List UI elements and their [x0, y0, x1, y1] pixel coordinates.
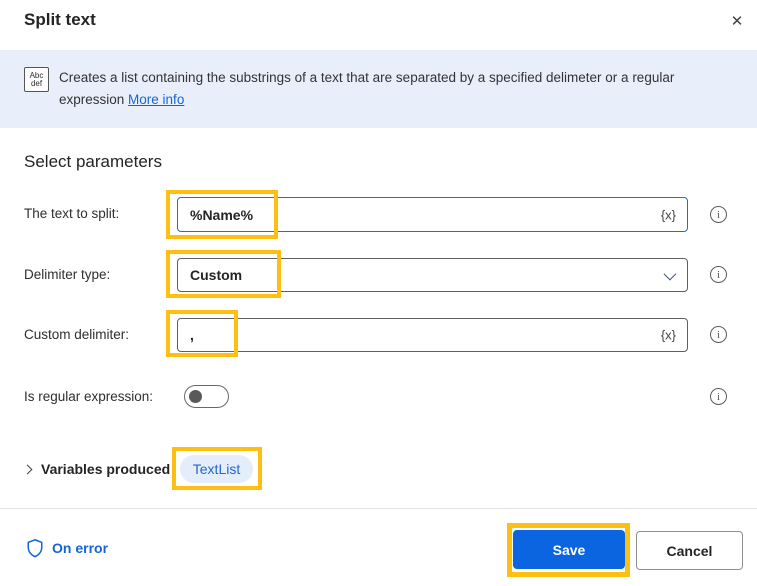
on-error-button[interactable]: On error: [26, 538, 108, 558]
fx-expression-button[interactable]: {x}: [658, 326, 679, 345]
is-regex-label: Is regular expression:: [24, 389, 154, 404]
variables-produced-label: Variables produced: [41, 461, 171, 477]
description-banner: Abc def Creates a list containing the su…: [0, 50, 757, 128]
is-regex-toggle[interactable]: [184, 385, 229, 408]
split-text-action-icon: Abc def: [24, 67, 49, 92]
delimiter-type-info-icon[interactable]: i: [710, 266, 727, 283]
action-icon-line2: def: [30, 78, 43, 88]
custom-delimiter-label: Custom delimiter:: [24, 327, 130, 342]
text-to-split-label: The text to split:: [24, 206, 120, 221]
text-to-split-info-icon[interactable]: i: [710, 206, 727, 223]
toggle-knob-icon: [189, 390, 202, 403]
action-description: Creates a list containing the substrings…: [59, 67, 733, 111]
save-button[interactable]: Save: [513, 530, 625, 569]
custom-delimiter-input[interactable]: [178, 319, 618, 351]
chevron-down-icon: [663, 267, 677, 281]
shield-icon: [27, 538, 43, 558]
is-regex-info-icon[interactable]: i: [710, 388, 727, 405]
chevron-right-icon: [22, 464, 33, 474]
text-to-split-field[interactable]: {x}: [177, 197, 688, 232]
custom-delimiter-field[interactable]: {x}: [177, 318, 688, 352]
textlist-variable-pill[interactable]: TextList: [180, 455, 253, 483]
custom-delimiter-info-icon[interactable]: i: [710, 326, 727, 343]
cancel-button[interactable]: Cancel: [636, 531, 743, 570]
select-parameters-heading: Select parameters: [24, 152, 162, 171]
split-text-dialog: Split text ✕ Abc def Creates a list cont…: [0, 0, 757, 586]
delimiter-type-dropdown[interactable]: Custom: [177, 258, 688, 292]
text-to-split-input[interactable]: [178, 198, 618, 231]
delimiter-type-label: Delimiter type:: [24, 267, 111, 282]
more-info-link[interactable]: More info: [128, 92, 184, 107]
close-icon[interactable]: ✕: [724, 8, 750, 34]
delimiter-type-value: Custom: [190, 267, 243, 283]
variables-produced-expander[interactable]: Variables produced: [22, 461, 171, 477]
footer-divider: [0, 508, 757, 509]
dialog-title: Split text: [24, 10, 96, 29]
fx-expression-button[interactable]: {x}: [658, 205, 679, 224]
on-error-label: On error: [52, 540, 109, 556]
